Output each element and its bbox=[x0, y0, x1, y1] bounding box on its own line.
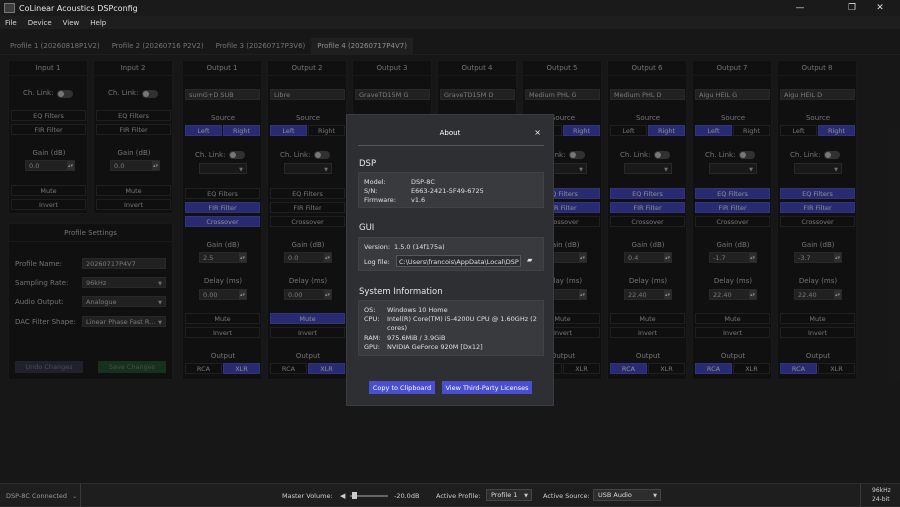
folder-icon[interactable]: ▰ bbox=[527, 256, 532, 264]
ram-value: 975.6MiB / 3.9GiB bbox=[387, 334, 446, 342]
log-file-path[interactable]: C:\Users\francois\AppData\Local\DSP bbox=[396, 255, 521, 267]
system-info-box: OS: Windows 10 Home CPU: Intel(R) Core(T… bbox=[358, 300, 544, 356]
gpu-value: NVIDIA GeForce 920M [Dx12] bbox=[387, 343, 483, 351]
device-status: DSP-8C Connected bbox=[6, 492, 67, 500]
master-volume-handle[interactable] bbox=[352, 492, 357, 499]
sn-label: S/N: bbox=[364, 187, 378, 195]
log-file-label: Log file: bbox=[364, 258, 390, 266]
sn-value: E663-2421-5F49-6725 bbox=[411, 187, 484, 195]
chevron-down-icon: ▼ bbox=[524, 493, 528, 499]
status-divider bbox=[860, 484, 861, 507]
menu-file[interactable]: File bbox=[5, 19, 17, 27]
gui-info-box: Version: 1.5.0 (14f175a) Log file: C:\Us… bbox=[358, 237, 544, 271]
dsp-section-title: DSP bbox=[359, 159, 377, 169]
cpu-value: Intel(R) Core(TM) i5-4200U CPU @ 1.60GHz… bbox=[387, 315, 537, 332]
version-label: Version: bbox=[364, 243, 391, 251]
version-value: 1.5.0 (14f175a) bbox=[394, 243, 445, 251]
os-label: OS: bbox=[364, 306, 376, 314]
firmware-value: v1.6 bbox=[411, 196, 426, 204]
dsp-info-box: Model: DSP-8C S/N: E663-2421-5F49-6725 F… bbox=[358, 172, 544, 208]
title-bar: CoLinear Acoustics DSPconfig bbox=[0, 0, 900, 16]
chevron-down-icon: ▼ bbox=[653, 493, 657, 499]
status-divider bbox=[80, 484, 81, 507]
os-value: Windows 10 Home bbox=[387, 306, 448, 314]
copy-to-clipboard-button[interactable]: Copy to Clipboard bbox=[369, 381, 435, 394]
firmware-label: Firmware: bbox=[364, 196, 396, 204]
model-label: Model: bbox=[364, 178, 386, 186]
menu-bar: File Device View Help bbox=[0, 16, 900, 29]
app-icon bbox=[4, 3, 15, 13]
cpu-label: CPU: bbox=[364, 315, 380, 323]
active-source-select[interactable]: USB Audio ▼ bbox=[593, 489, 661, 501]
gpu-label: GPU: bbox=[364, 343, 380, 351]
sample-rate-indicator: 96kHz bbox=[872, 487, 891, 494]
active-profile-label: Active Profile: bbox=[436, 492, 481, 500]
window-title: CoLinear Acoustics DSPconfig bbox=[19, 3, 138, 13]
gui-section-title: GUI bbox=[359, 223, 375, 233]
minimize-button[interactable]: — bbox=[780, 0, 820, 16]
active-profile-select[interactable]: Profile 1 ▼ bbox=[486, 489, 532, 501]
master-volume-label: Master Volume: bbox=[282, 492, 333, 500]
master-volume-value: -20.0dB bbox=[394, 492, 420, 500]
about-divider bbox=[358, 145, 544, 146]
ram-label: RAM: bbox=[364, 334, 381, 342]
active-source-value: USB Audio bbox=[598, 491, 632, 499]
menu-view[interactable]: View bbox=[63, 19, 80, 27]
active-profile-value: Profile 1 bbox=[491, 491, 518, 499]
menu-device[interactable]: Device bbox=[28, 19, 52, 27]
close-icon[interactable]: × bbox=[534, 128, 541, 137]
system-section-title: System Information bbox=[359, 287, 443, 297]
speaker-icon: ◀ bbox=[340, 492, 346, 500]
menu-help[interactable]: Help bbox=[90, 19, 106, 27]
about-dialog: About × DSP Model: DSP-8C S/N: E663-2421… bbox=[346, 114, 554, 406]
active-source-label: Active Source: bbox=[543, 492, 590, 500]
close-window-button[interactable]: ✕ bbox=[860, 0, 900, 16]
chevron-down-icon[interactable]: ⌄ bbox=[72, 492, 77, 500]
status-bar: DSP-8C Connected ⌄ Master Volume: ◀ -20.… bbox=[0, 483, 900, 507]
model-value: DSP-8C bbox=[411, 178, 435, 186]
view-licenses-button[interactable]: View Third-Party Licenses bbox=[442, 381, 532, 394]
bit-depth-indicator: 24-bit bbox=[872, 496, 890, 503]
